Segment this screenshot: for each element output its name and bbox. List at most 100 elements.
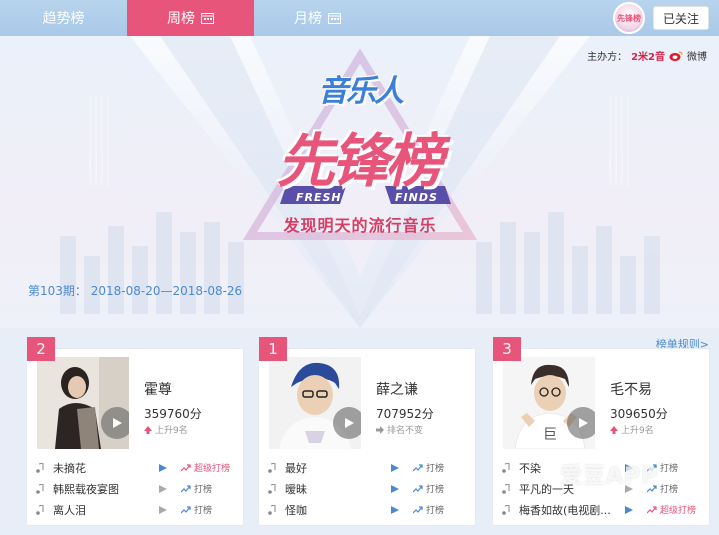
song-title[interactable]: 韩熙载夜宴图 [53, 481, 153, 497]
artist-name[interactable]: 霍尊 [144, 379, 172, 399]
artist-score: 309650分 [610, 407, 668, 421]
boost-label: 打榜 [194, 485, 213, 495]
song-row[interactable]: 梅香如故(电视剧... 超级打榜 [493, 499, 709, 520]
sponsor-info: 主办方： 2米2音 微博 [587, 48, 707, 63]
arrow-up-icon [144, 425, 152, 434]
artist-photo[interactable]: 巨 [503, 357, 595, 449]
tab-trend[interactable]: 趋势榜 [0, 0, 127, 36]
song-title[interactable]: 未摘花 [53, 460, 153, 476]
boost-button[interactable]: 打榜 [181, 503, 212, 516]
sponsor-label: 主办方： [587, 52, 628, 63]
artist-card[interactable]: 1 薛之谦 707952分 排名不变 最好 打榜 暧昧 打榜 怪咖 打榜 [258, 337, 476, 526]
watermark-logo: 爱豆APP [560, 464, 659, 489]
play-button[interactable] [333, 407, 361, 439]
nav-right: 先锋榜 已关注 [613, 0, 719, 36]
boost-button[interactable]: 打榜 [181, 482, 212, 495]
arrow-right-icon [376, 425, 384, 434]
trend-text: 上升9名 [155, 426, 188, 436]
song-title[interactable]: 暧昧 [285, 481, 385, 497]
logo-finds-word: FINDS [395, 191, 438, 204]
calendar-icon [201, 13, 214, 24]
weibo-icon [669, 50, 683, 61]
tab-monthly[interactable]: 月榜 [254, 0, 381, 36]
super-boost-button[interactable]: 超级打榜 [181, 461, 230, 474]
trend-line-icon [647, 505, 657, 513]
music-note-icon [502, 504, 510, 515]
song-row[interactable]: 怪咖 打榜 [259, 499, 475, 520]
boost-label: 超级打榜 [660, 506, 697, 516]
song-title[interactable]: 最好 [285, 460, 385, 476]
song-title[interactable]: 怪咖 [285, 502, 385, 518]
artist-card[interactable]: 2 霍尊 359760分 上升9名 未摘花 超级打榜 韩熙载夜宴图 打榜 离人泪… [26, 337, 244, 526]
trend-text: 排名不变 [387, 426, 424, 436]
artist-score: 359760分 [144, 407, 202, 421]
svg-text:巨: 巨 [543, 427, 557, 443]
calendar-icon [328, 13, 341, 24]
trend-line-icon [413, 484, 423, 492]
trend-line-icon [181, 484, 191, 492]
song-row[interactable]: 未摘花 超级打榜 [27, 457, 243, 478]
logo-title-line1: 音乐人 [318, 74, 404, 109]
super-boost-button[interactable]: 超级打榜 [647, 503, 696, 516]
song-row[interactable]: 韩熙载夜宴图 打榜 [27, 478, 243, 499]
rank-trend: 上升9名 [610, 423, 654, 436]
song-title[interactable]: 梅香如故(电视剧... [519, 502, 619, 518]
play-icon [579, 418, 588, 428]
song-play-icon[interactable] [391, 484, 399, 493]
song-title[interactable]: 离人泪 [53, 502, 153, 518]
song-play-icon[interactable] [391, 463, 399, 472]
play-icon [345, 418, 354, 428]
chart-logo-icon: 先锋榜 [617, 13, 641, 23]
trend-line-icon [181, 505, 191, 513]
song-play-icon[interactable] [159, 505, 167, 514]
artist-score: 707952分 [376, 407, 434, 421]
boost-button[interactable]: 打榜 [413, 482, 444, 495]
song-play-icon[interactable] [391, 505, 399, 514]
tab-weekly[interactable]: 周榜 [127, 0, 254, 36]
trend-line-icon [181, 463, 191, 471]
sponsor-logo-1: 2米2音 [631, 52, 665, 63]
rank-trend: 上升9名 [144, 423, 188, 436]
rank-badge: 3 [493, 337, 521, 361]
boost-button[interactable]: 打榜 [413, 461, 444, 474]
artist-name[interactable]: 薛之谦 [376, 379, 418, 399]
song-play-icon[interactable] [159, 463, 167, 472]
top-nav: 趋势榜 周榜 月榜 先锋榜 已关注 [0, 0, 719, 36]
artist-photo[interactable] [37, 357, 129, 449]
chart-logo-badge: 先锋榜 [613, 2, 645, 34]
song-row[interactable]: 暧昧 打榜 [259, 478, 475, 499]
boost-label: 打榜 [426, 485, 445, 495]
boost-label: 打榜 [660, 464, 679, 474]
arrow-up-icon [610, 425, 618, 434]
rank-trend: 排名不变 [376, 423, 423, 436]
tab-label: 趋势榜 [42, 11, 85, 27]
rank-badge: 2 [27, 337, 55, 361]
boost-label: 打榜 [426, 464, 445, 474]
boost-button[interactable]: 打榜 [413, 503, 444, 516]
music-note-icon [268, 462, 276, 473]
song-list: 未摘花 超级打榜 韩熙载夜宴图 打榜 离人泪 打榜 [27, 457, 243, 520]
music-note-icon [268, 504, 276, 515]
trend-line-icon [413, 505, 423, 513]
music-note-icon [36, 462, 44, 473]
song-row[interactable]: 最好 打榜 [259, 457, 475, 478]
song-play-icon[interactable] [625, 505, 633, 514]
rank-badge: 1 [259, 337, 287, 361]
song-list: 最好 打榜 暧昧 打榜 怪咖 打榜 [259, 457, 475, 520]
play-icon [113, 418, 122, 428]
banner-slogan: 发现明天的流行音乐 [283, 216, 437, 235]
follow-button[interactable]: 已关注 [653, 6, 709, 30]
song-play-icon[interactable] [159, 484, 167, 493]
boost-label: 打榜 [660, 485, 679, 495]
trend-line-icon [413, 463, 423, 471]
play-button[interactable] [567, 407, 595, 439]
play-button[interactable] [101, 407, 129, 439]
tab-label: 月榜 [294, 11, 322, 27]
period-label: 第103期： 2018-08-20—2018-08-26 [28, 284, 243, 298]
music-note-icon [502, 462, 510, 473]
artist-name[interactable]: 毛不易 [610, 379, 652, 399]
song-row[interactable]: 离人泪 打榜 [27, 499, 243, 520]
logo-text: 先锋榜 [617, 13, 641, 23]
artist-photo[interactable] [269, 357, 361, 449]
artist-card[interactable]: 3 巨 毛不易 309650分 上升9名 不染 打榜 平凡的一天 打榜 梅香如故… [492, 337, 710, 526]
